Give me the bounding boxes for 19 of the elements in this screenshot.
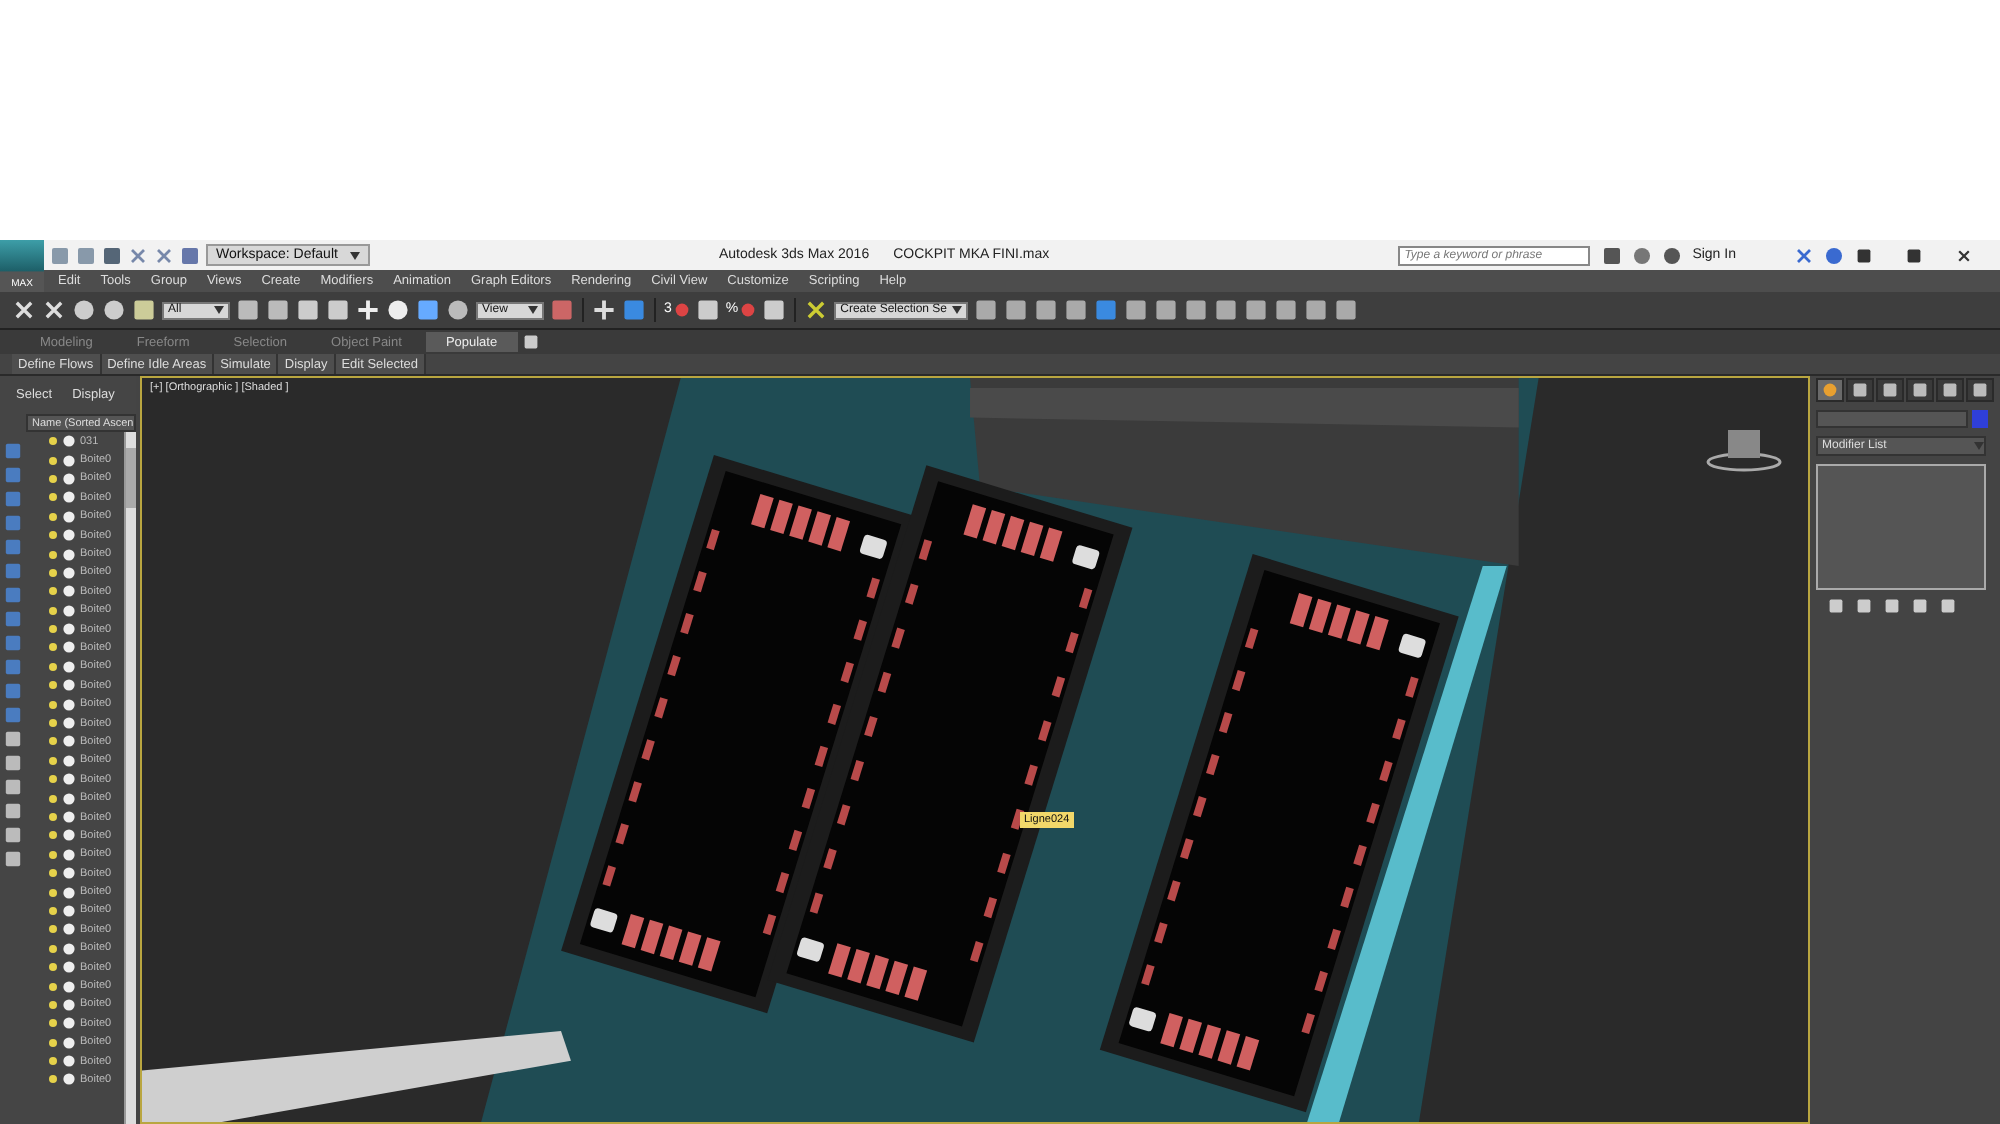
- command-panel-tab[interactable]: [1846, 378, 1874, 402]
- command-panel-tab[interactable]: [1816, 378, 1844, 402]
- caret-icon: [951, 306, 962, 314]
- command-panel-tab[interactable]: [1966, 378, 1994, 402]
- object-color-swatch[interactable]: [1972, 410, 1988, 428]
- close-icon[interactable]: [1955, 247, 1972, 263]
- move-icon[interactable]: [356, 298, 380, 322]
- sun-icon: [1822, 382, 1838, 398]
- caret-icon: [528, 306, 538, 314]
- command-panel-tab[interactable]: [1936, 378, 1964, 402]
- caret-icon: [349, 251, 360, 259]
- move-icon[interactable]: [592, 298, 616, 322]
- command-panel-tab[interactable]: [1876, 378, 1904, 402]
- scrollbar[interactable]: [124, 432, 136, 1124]
- command-panel-tab[interactable]: [1906, 378, 1934, 402]
- caret-icon: [1974, 442, 1984, 450]
- modifier-stack[interactable]: [1816, 464, 1986, 590]
- caret-icon: [214, 306, 224, 314]
- object-name-field[interactable]: [1816, 410, 1968, 428]
